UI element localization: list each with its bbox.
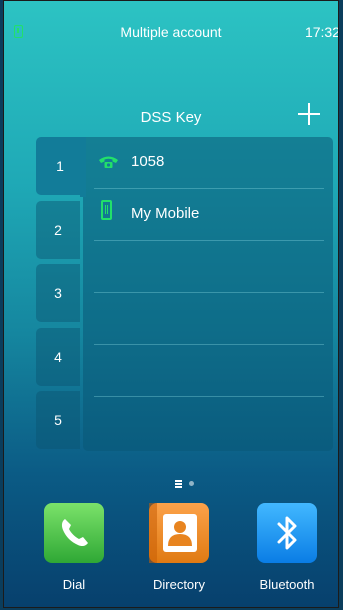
tab-3[interactable]: 3 [36, 264, 80, 322]
page-dot[interactable] [189, 481, 194, 486]
dial-label: Dial [62, 577, 86, 592]
divider [94, 396, 324, 397]
tab-label: 3 [54, 285, 62, 301]
tab-2[interactable]: 2 [36, 201, 80, 259]
directory-icon [149, 503, 209, 563]
clock: 17:32 [304, 24, 339, 40]
tab-1[interactable]: 1 [36, 137, 84, 195]
phone-icon [99, 156, 118, 168]
tab-label: 4 [54, 349, 62, 365]
dss-key-header: DSS Key [140, 109, 202, 126]
page-title: Multiple account [120, 24, 222, 40]
current-page-icon [175, 480, 182, 488]
dss-key-row[interactable]: 1058 [94, 137, 324, 189]
status-bar: Multiple account 17:32 [4, 1, 338, 61]
dss-key-row[interactable] [94, 345, 324, 397]
row-label: 1058 [131, 153, 165, 170]
bluetooth-label: Bluetooth [259, 577, 315, 592]
page-indicator [4, 479, 338, 489]
tab-label: 2 [54, 222, 62, 238]
tab-label: 5 [54, 412, 62, 428]
dss-key-row[interactable] [94, 293, 324, 345]
add-key-button[interactable] [296, 101, 322, 127]
dss-key-row[interactable]: My Mobile [94, 189, 324, 241]
tab-4[interactable]: 4 [36, 328, 80, 386]
tab-5[interactable]: 5 [36, 391, 80, 449]
dss-key-row[interactable] [94, 241, 324, 293]
bluetooth-app[interactable]: Bluetooth [255, 503, 319, 592]
directory-label: Directory [152, 577, 205, 592]
phone-screen: Multiple account 17:32 DSS Key 1 2 3 4 5… [3, 0, 339, 608]
row-label: My Mobile [131, 205, 200, 222]
bluetooth-icon [257, 503, 317, 563]
mobile-icon [101, 200, 112, 220]
dial-icon [44, 503, 104, 563]
dial-app[interactable]: Dial [42, 503, 106, 592]
directory-app[interactable]: Directory [147, 503, 211, 592]
active-tab-connector [80, 137, 86, 197]
tab-label: 1 [56, 158, 64, 174]
